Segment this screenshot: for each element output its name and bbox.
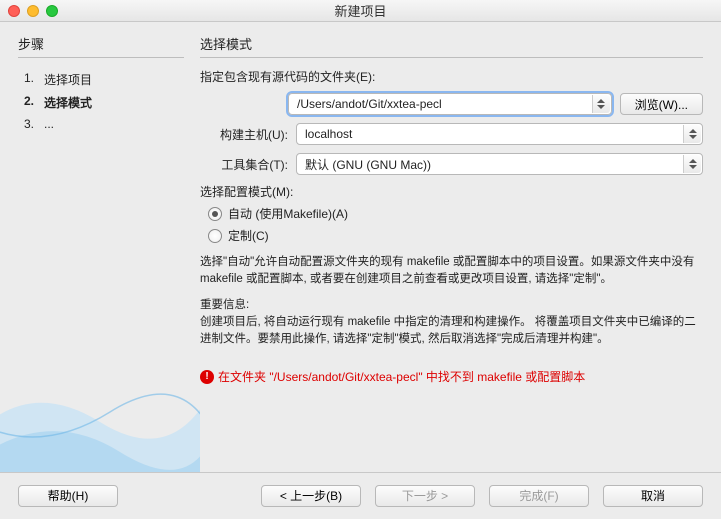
cancel-button[interactable]: 取消 <box>603 485 703 507</box>
chevron-down-icon[interactable] <box>683 155 701 173</box>
toolset-select[interactable]: 默认 (GNU (GNU Mac)) <box>296 153 703 175</box>
radio-icon <box>208 207 222 221</box>
decorative-wave <box>0 312 200 472</box>
main-panel: 选择模式 指定包含现有源代码的文件夹(E): /Users/andot/Git/… <box>200 22 721 472</box>
steps-heading: 步骤 <box>18 34 184 53</box>
folder-label: 指定包含现有源代码的文件夹(E): <box>200 68 703 85</box>
step-item: 1.选择项目 <box>18 68 184 91</box>
host-select[interactable]: localhost <box>296 123 703 145</box>
toolset-value: 默认 (GNU (GNU Mac)) <box>305 156 431 173</box>
next-button[interactable]: 下一步 > <box>375 485 475 507</box>
config-mode-group: 自动 (使用Makefile)(A) 定制(C) <box>208 205 703 244</box>
chevron-down-icon[interactable] <box>683 125 701 143</box>
divider <box>18 57 184 58</box>
error-message: ! 在文件夹 "/Users/andot/Git/xxtea-pecl" 中找不… <box>200 368 703 385</box>
window-controls <box>8 5 58 17</box>
steps-sidebar: 步骤 1.选择项目 2.选择模式 3.... <box>0 22 200 472</box>
radio-auto[interactable]: 自动 (使用Makefile)(A) <box>208 205 703 222</box>
divider <box>200 57 703 58</box>
folder-combobox[interactable]: /Users/andot/Git/xxtea-pecl <box>288 93 612 115</box>
browse-button[interactable]: 浏览(W)... <box>620 93 703 115</box>
window-title: 新建项目 <box>8 1 713 20</box>
step-item: 2.选择模式 <box>18 91 184 114</box>
close-icon[interactable] <box>8 5 20 17</box>
back-button[interactable]: < 上一步(B) <box>261 485 361 507</box>
minimize-icon[interactable] <box>27 5 39 17</box>
folder-value: /Users/andot/Git/xxtea-pecl <box>297 97 442 111</box>
config-mode-label: 选择配置模式(M): <box>200 183 703 200</box>
zoom-icon[interactable] <box>46 5 58 17</box>
titlebar: 新建项目 <box>0 0 721 22</box>
toolset-label: 工具集合(T): <box>200 156 288 173</box>
step-item: 3.... <box>18 114 184 134</box>
host-value: localhost <box>305 127 352 141</box>
steps-list: 1.选择项目 2.选择模式 3.... <box>18 68 184 134</box>
radio-custom[interactable]: 定制(C) <box>208 227 703 244</box>
description-text: 选择"自动"允许自动配置源文件夹的现有 makefile 或配置脚本中的项目设置… <box>200 254 703 348</box>
help-button[interactable]: 帮助(H) <box>18 485 118 507</box>
chevron-down-icon[interactable] <box>592 95 610 113</box>
dialog-footer: 帮助(H) < 上一步(B) 下一步 > 完成(F) 取消 <box>0 472 721 518</box>
radio-icon <box>208 229 222 243</box>
host-label: 构建主机(U): <box>200 126 288 143</box>
finish-button[interactable]: 完成(F) <box>489 485 589 507</box>
panel-heading: 选择模式 <box>200 34 703 53</box>
error-icon: ! <box>200 370 214 384</box>
